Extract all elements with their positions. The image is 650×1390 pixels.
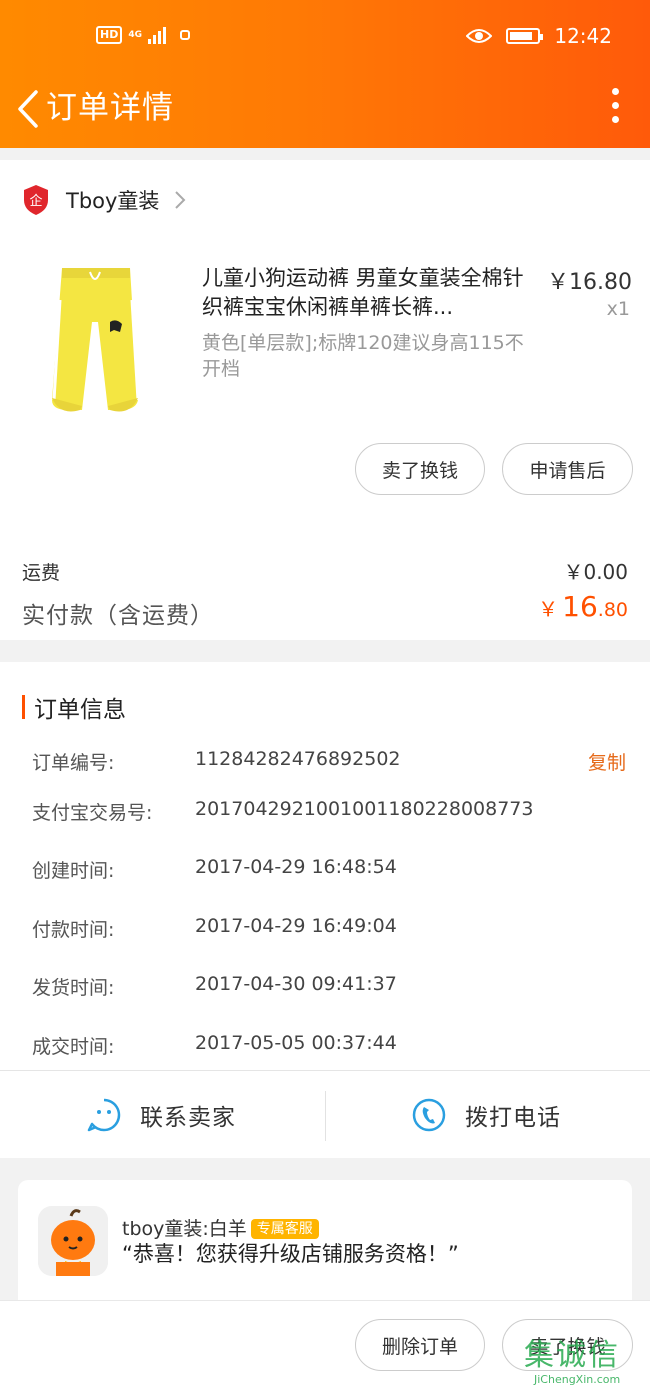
shop-header[interactable]: 企 Tboy童装: [22, 180, 187, 220]
paid-integer: 16: [562, 590, 598, 623]
order-number-value: 11284282476892502: [195, 748, 401, 770]
network-type: 4G: [128, 29, 142, 40]
copy-order-number-button[interactable]: 复制: [588, 748, 626, 775]
service-message: “恭喜！您获得升级店铺服务资格！”: [122, 1242, 459, 1266]
paid-currency: ￥: [538, 597, 559, 621]
product-thumbnail[interactable]: [40, 260, 150, 420]
shop-name: Tboy童装: [66, 189, 160, 213]
more-menu-icon[interactable]: [610, 88, 620, 124]
divider: [325, 1091, 326, 1141]
delete-order-button[interactable]: 删除订单: [355, 1319, 485, 1371]
nav-bar: 订单详情: [0, 76, 650, 148]
contact-seller-label: 联系卖家: [140, 1105, 236, 1131]
created-time-label: 创建时间:: [32, 860, 115, 882]
chat-face-icon: [87, 1098, 121, 1132]
page-title: 订单详情: [46, 90, 174, 126]
completed-time-label: 成交时间:: [32, 1036, 115, 1058]
service-promo-card[interactable]: tboy童装:白羊 专属客服 “恭喜！您获得升级店铺服务资格！”: [18, 1180, 632, 1320]
phone-icon: [412, 1098, 446, 1132]
product-price: ￥16.80: [547, 270, 632, 295]
app-header: HD 4G 12:42 订单详情: [0, 0, 650, 148]
product-title[interactable]: 儿童小狗运动裤 男童女童装全棉针织裤宝宝休闲裤单裤长裤...: [202, 264, 532, 322]
status-left: HD 4G: [96, 26, 190, 44]
status-right: 12:42: [466, 24, 612, 48]
shipped-time-label: 发货时间:: [32, 977, 115, 999]
back-arrow-icon[interactable]: [12, 84, 42, 134]
call-phone-button[interactable]: 拨打电话: [411, 1071, 561, 1159]
after-sale-button[interactable]: 申请售后: [502, 443, 633, 495]
status-bar: HD 4G 12:42: [0, 0, 650, 76]
section-accent-bar: [22, 695, 25, 719]
shipping-value: ￥0.00: [563, 560, 628, 584]
created-time-value: 2017-04-29 16:48:54: [195, 856, 397, 878]
pumpkin-mascot-icon: [38, 1206, 108, 1276]
paid-amount: ￥ 16 .80: [538, 590, 628, 623]
battery-icon: [506, 28, 544, 44]
product-quantity: x1: [606, 298, 630, 320]
notification-icon: [180, 30, 190, 40]
alipay-trade-value: 2017042921001001180228008773: [195, 798, 534, 820]
paid-time-value: 2017-04-29 16:49:04: [195, 915, 397, 937]
hd-icon: HD: [96, 26, 123, 44]
order-item-card: 企 Tboy童装 儿童小狗运动裤 男童女童装全棉针织裤宝宝休闲裤单裤长裤... …: [0, 160, 650, 640]
call-phone-label: 拨打电话: [465, 1105, 561, 1131]
chevron-right-icon: [175, 191, 186, 209]
alipay-trade-label: 支付宝交易号:: [32, 802, 153, 824]
completed-time-value: 2017-05-05 00:37:44: [195, 1032, 397, 1054]
clock: 12:42: [554, 24, 612, 48]
service-avatar: [38, 1206, 108, 1276]
paid-label: 实付款（含运费）: [22, 603, 214, 629]
contact-bar: 联系卖家 拨打电话: [0, 1070, 650, 1158]
sell-for-cash-button[interactable]: 卖了换钱: [355, 443, 485, 495]
bottom-action-bar: 删除订单 卖了换钱 集诚信 JiChengXin.com: [0, 1300, 650, 1390]
signal-icon: [148, 26, 166, 44]
exclusive-service-badge: 专属客服: [250, 1219, 319, 1239]
order-info-title: 订单信息: [34, 697, 126, 723]
shipping-label: 运费: [22, 562, 61, 584]
contact-seller-button[interactable]: 联系卖家: [86, 1071, 236, 1159]
order-info-header: 订单信息: [22, 690, 126, 724]
product-spec: 黄色[单层款];标牌120建议身高115不开档: [202, 332, 524, 380]
paid-time-label: 付款时间:: [32, 919, 115, 941]
paid-decimal: .80: [597, 599, 628, 621]
shipped-time-value: 2017-04-30 09:41:37: [195, 973, 397, 995]
service-name: tboy童装:白羊 专属客服: [122, 1214, 319, 1241]
watermark-subtext: JiChengXin.com: [534, 1373, 621, 1386]
service-name-text: tboy童装:白羊: [122, 1218, 247, 1240]
svg-text:企: 企: [29, 193, 42, 209]
order-info-card: 订单信息 订单编号: 11284282476892502 复制 支付宝交易号: …: [0, 662, 650, 1070]
watermark-text: 集诚信: [524, 1338, 620, 1373]
order-number-label: 订单编号:: [32, 752, 115, 774]
watermark: 集诚信 JiChengXin.com: [524, 1328, 642, 1386]
shop-badge-icon: 企: [24, 185, 48, 215]
eye-icon: [466, 29, 493, 43]
